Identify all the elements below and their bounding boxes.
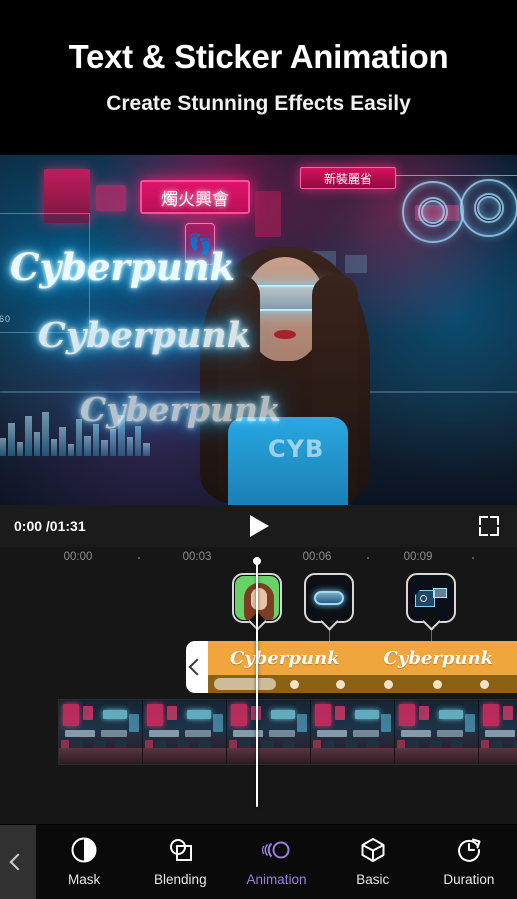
ruler-label: 00:06 <box>302 551 332 563</box>
video-frame <box>59 700 143 764</box>
ruler-label: 00:09 <box>403 551 433 563</box>
video-track[interactable] <box>58 699 517 765</box>
tool-animation[interactable]: Animation <box>228 837 324 887</box>
clip-word: Cyberpunk <box>230 647 340 669</box>
tool-duration[interactable]: Duration <box>421 837 517 887</box>
chevron-left-icon <box>9 853 27 871</box>
bottom-toolbar: Mask Blending Animation Basic Duration <box>0 825 517 899</box>
ruler-tick <box>367 557 369 559</box>
play-icon <box>249 515 269 537</box>
ruler-label: 00:00 <box>63 551 93 563</box>
player-control-bar: 0:00 /01:31 <box>0 505 517 547</box>
play-button[interactable] <box>246 513 272 539</box>
neon-text-1: Cyberpunk <box>10 245 236 289</box>
page-subtitle: Create Stunning Effects Easily <box>106 91 411 115</box>
tool-label: Basic <box>356 872 390 887</box>
video-frame <box>479 700 517 764</box>
tool-label: Mask <box>67 872 101 887</box>
promo-header: Text & Sticker Animation Create Stunning… <box>0 0 517 155</box>
duration-icon <box>456 837 482 863</box>
sticker-marker-row[interactable] <box>0 569 517 641</box>
video-frame <box>143 700 227 764</box>
tool-label: Animation <box>246 872 307 887</box>
mask-icon <box>71 837 97 863</box>
clip-left-handle[interactable] <box>186 641 208 693</box>
keyframe-dot[interactable] <box>336 680 345 689</box>
keyframe-row[interactable] <box>208 675 517 693</box>
goggles-icon <box>307 576 351 620</box>
fullscreen-icon <box>479 516 488 525</box>
tool-label: Blending <box>154 872 207 887</box>
hud-panel-icon <box>409 576 453 620</box>
tool-blending[interactable]: Blending <box>132 837 228 887</box>
clip-word: Cyberpunk <box>383 647 494 669</box>
keyframe-dot[interactable] <box>384 680 393 689</box>
back-button[interactable] <box>0 825 36 899</box>
chevron-left-icon <box>188 658 206 676</box>
fullscreen-button[interactable] <box>479 516 499 536</box>
video-preview[interactable]: 燭火興會 新裝麗省 👣 60 CYB Cyberpunk Cyberpunk C… <box>0 155 517 505</box>
goggles-sticker-marker[interactable] <box>304 573 354 623</box>
time-display: 0:00 /01:31 <box>14 518 86 534</box>
video-frame <box>311 700 395 764</box>
video-frame <box>227 700 311 764</box>
playhead[interactable] <box>253 557 261 807</box>
tool-label: Duration <box>443 872 495 887</box>
clip-text-row: Cyberpunk Cyberpunk Cyberpunk <box>208 641 517 675</box>
blending-icon <box>167 837 193 863</box>
tool-basic[interactable]: Basic <box>325 837 421 887</box>
tool-list: Mask Blending Animation Basic Duration <box>36 825 517 899</box>
keyframe-dot[interactable] <box>433 680 442 689</box>
ruler-tick <box>138 557 140 559</box>
keyframe-dot[interactable] <box>480 680 489 689</box>
text-clip[interactable]: Cyberpunk Cyberpunk Cyberpunk <box>186 641 517 693</box>
neon-text-2: Cyberpunk <box>38 315 251 356</box>
animation-segment[interactable] <box>214 678 276 690</box>
ruler-tick <box>472 557 474 559</box>
tool-mask[interactable]: Mask <box>36 837 132 887</box>
ruler-label: 00:03 <box>182 551 212 563</box>
cube-icon <box>360 837 386 863</box>
keyframe-dot[interactable] <box>290 680 299 689</box>
hud-sticker-marker[interactable] <box>406 573 456 623</box>
timeline-panel[interactable]: 00:00 00:03 00:06 00:09 Cyberpunk Cyberp… <box>0 547 517 824</box>
animation-icon <box>261 837 292 863</box>
page-title: Text & Sticker Animation <box>68 38 449 76</box>
neon-text-3: Cyberpunk <box>80 390 281 429</box>
video-frame <box>395 700 479 764</box>
